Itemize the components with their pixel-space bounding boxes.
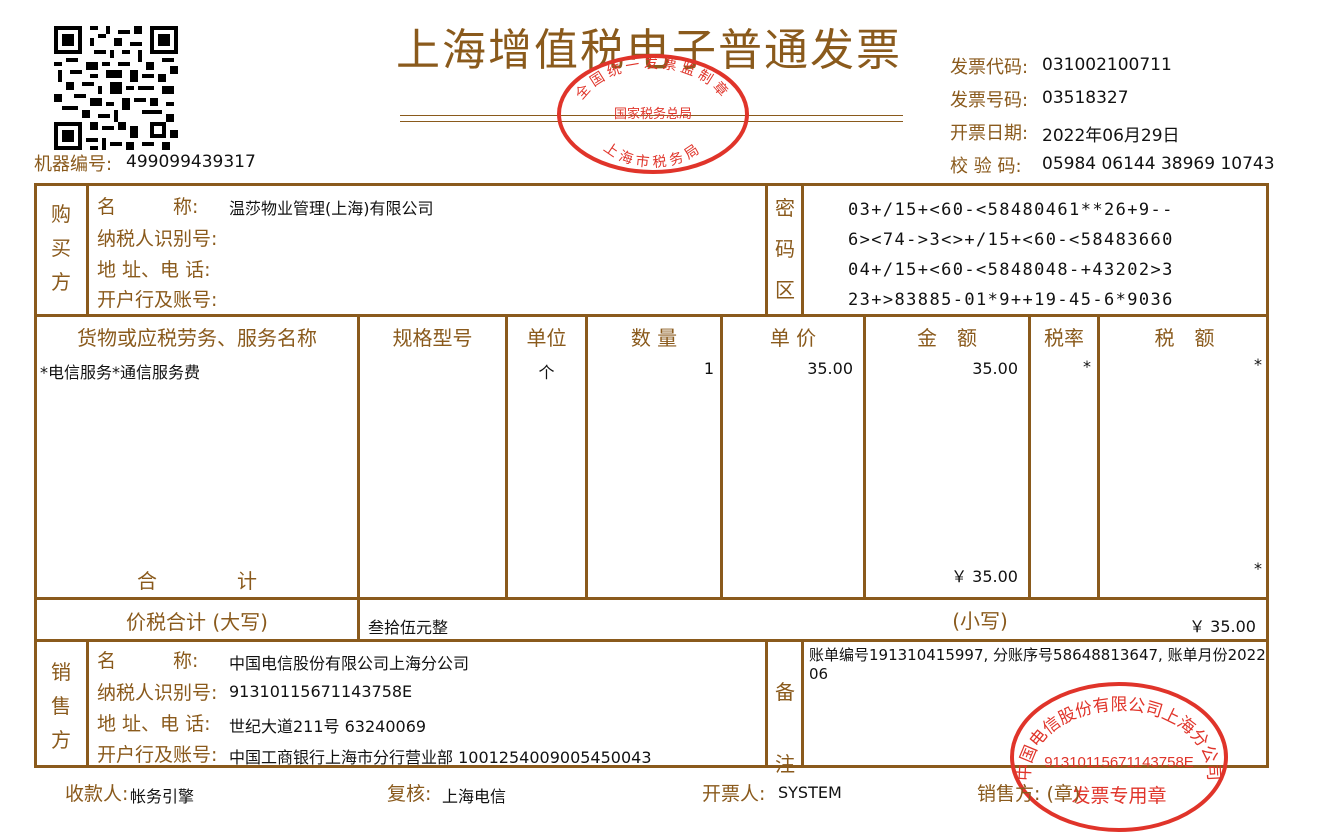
divider-total-bottom [34,639,1269,642]
subtotal-label: 合 计 [137,569,257,593]
divider-col-qty [720,314,723,599]
payee: 帐务引擎 [130,787,195,806]
seller-stamp-tax-id: 91310115671143758E [1044,754,1194,771]
seller-invoice-stamp: 中国电信股份有限公司上海分公司 91310115671143758E 发票专用章 [1010,682,1228,832]
total-uppercase-label: 价税合计 (大写) [126,610,268,634]
item-amount: 35.00 [972,359,1018,378]
payee-label: 收款人: [65,783,129,805]
item-price: 35.00 [807,359,853,378]
divider-col-price [863,314,866,599]
machine-number-label: 机器编号: [34,154,113,175]
machine-number: 499099439317 [126,152,256,172]
tax-bureau-stamp: 全国统一发票监制章 国家税务总局 上海市税务局 [557,54,749,174]
seller-section-label: 销 售 方 [51,660,71,752]
check-code-label: 校 验 码: [950,156,1022,177]
remarks-line-2: 06 [809,665,829,683]
divider-cipher-label [801,183,804,316]
item-tax: * [1254,355,1262,374]
issuer-label: 开票人: [702,783,766,805]
tax-stamp-line2: 国家税务总局 [614,106,692,121]
col-header-tax: 税 额 [1154,326,1215,350]
seller-name-label: 名 称: [97,650,199,672]
divider-col-unit [585,314,588,599]
seller-address: 世纪大道211号 63240069 [229,717,427,736]
invoice-code-label: 发票代码: [950,57,1029,78]
check-code: 05984 06144 38969 10743 [1042,154,1275,174]
buyer-name-label: 名 称: [97,196,199,218]
total-small-value: ￥ 35.00 [1189,617,1256,636]
buyer-tax-id-label: 纳税人识别号: [97,228,218,250]
seller-stamp-label: 发票专用章 [1071,785,1166,807]
cipher-line-4: 23+>83885-01*9++19-45-6*9036 [848,290,1174,310]
seller-tax-id: 91310115671143758E [229,682,413,701]
issue-date-label: 开票日期: [950,123,1029,144]
subtotal-tax: * [1254,559,1262,578]
qr-code [54,26,178,150]
divider-buyer-cipher [765,183,768,316]
col-header-unit: 单位 [526,326,567,350]
seller-address-label: 地 址、电 话: [97,713,211,735]
col-header-rate: 税率 [1044,326,1084,350]
reviewer-label: 复核: [387,783,432,805]
seller-bank-label: 开户行及账号: [97,744,218,766]
issuer: SYSTEM [778,783,842,802]
reviewer: 上海电信 [442,787,507,806]
col-header-qty: 数 量 [630,326,678,350]
issue-date: 2022年06月29日 [1042,126,1180,146]
remarks-section-label: 备 注 [775,680,795,776]
buyer-name: 温莎物业管理(上海)有限公司 [229,199,434,218]
seller-seal-label: 销售方: (章) [977,783,1081,805]
divider-col-spec [505,314,508,599]
item-name: *电信服务*通信服务费 [40,363,201,382]
col-header-amount: 金 额 [917,326,977,350]
tax-stamp-line1: 全国统一发票监制章 [572,55,734,102]
divider-col-name [357,314,360,640]
buyer-address-label: 地 址、电 话: [97,259,211,281]
col-header-name: 货物或应税劳务、服务名称 [77,326,317,350]
divider-buyer-bottom [34,314,1269,317]
divider-items-bottom [34,597,1269,600]
divider-remark-label [801,639,804,768]
item-qty: 1 [703,359,714,378]
subtotal-amount: ￥ 35.00 [951,567,1018,586]
cipher-line-1: 03+/15+<60-<58480461**26+9-- [848,200,1174,220]
total-in-words: 叁拾伍元整 [368,618,449,637]
remarks-line-1: 账单编号191310415997, 分账序号58648813647, 账单月份2… [809,646,1266,664]
seller-name: 中国电信股份有限公司上海分公司 [229,654,470,673]
buyer-section-label: 购 买 方 [51,202,71,294]
invoice-code: 031002100711 [1042,55,1172,75]
seller-bank: 中国工商银行上海市分行营业部 1001254009005450043 [229,748,652,767]
col-header-spec: 规格型号 [392,326,473,350]
cipher-line-2: 6><74->3<>+/15+<60-<58483660 [848,230,1174,250]
invoice-number-label: 发票号码: [950,90,1029,111]
divider-buyer-label [86,183,89,316]
tax-stamp-line3: 上海市税务局 [601,139,705,170]
seller-tax-id-label: 纳税人识别号: [97,682,218,704]
invoice-number: 03518327 [1042,88,1129,108]
item-unit: 个 [538,363,555,382]
buyer-bank-label: 开户行及账号: [97,289,218,311]
item-rate: * [1083,357,1091,376]
divider-seller-remark [765,639,768,768]
col-header-price: 单 价 [769,326,817,350]
cipher-section-label: 密 码 区 [775,196,795,302]
total-small-label: (小写) [952,609,1008,633]
cipher-line-3: 04+/15+<60-<5848048-+43202>3 [848,260,1174,280]
divider-seller-label [86,639,89,768]
